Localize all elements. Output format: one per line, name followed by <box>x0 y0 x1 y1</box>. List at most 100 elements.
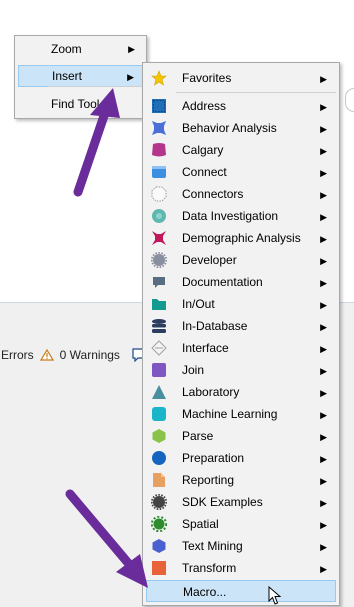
menu-item-label: Developer <box>182 253 237 267</box>
menu-item-label: Macro... <box>183 585 227 599</box>
errors-label: Errors <box>1 348 34 362</box>
menu-item-label: Documentation <box>182 275 263 289</box>
warning-icon <box>39 349 54 361</box>
menu-item-label: Address <box>182 99 227 113</box>
chevron-right-icon: ▶ <box>320 146 327 156</box>
menu-item-label: Transform <box>182 561 237 575</box>
chevron-right-icon: ▶ <box>320 498 327 508</box>
menu-item-label: Reporting <box>182 473 235 487</box>
menu-item-label: Join <box>182 363 205 377</box>
join-icon <box>152 363 166 377</box>
menu-item-join[interactable]: Join ▶ <box>146 359 336 381</box>
menu-item-parse[interactable]: Parse ▶ <box>146 425 336 447</box>
menu-item-label: Parse <box>182 429 214 443</box>
menu-item-label: Data Investigation <box>182 209 279 223</box>
developer-icon <box>151 252 167 268</box>
chevron-right-icon: ▶ <box>320 74 327 84</box>
documentation-icon <box>153 277 165 288</box>
in-database-icon <box>152 319 166 333</box>
chevron-right-icon: ▶ <box>320 454 327 464</box>
menu-item-label: In/Out <box>182 297 215 311</box>
menu-item-label: Spatial <box>182 517 219 531</box>
menu-item-favorites[interactable]: Favorites ▶ <box>146 67 336 89</box>
menu-item-label: Behavior Analysis <box>182 121 277 135</box>
menu-item-label: Connectors <box>182 187 244 201</box>
menu-item-label: Machine Learning <box>182 407 278 421</box>
menu-item-label: Demographic Analysis <box>182 231 301 245</box>
chevron-right-icon: ▶ <box>320 344 327 354</box>
chevron-right-icon: ▶ <box>320 278 327 288</box>
calgary-icon <box>152 143 166 157</box>
star-icon <box>151 70 167 86</box>
status-bar: Errors 0 Warnings <box>0 344 150 366</box>
connectors-icon <box>151 186 167 202</box>
menu-item-zoom[interactable]: Zoom ▶ <box>18 38 143 60</box>
chevron-right-icon: ▶ <box>320 564 327 574</box>
menu-item-in-out[interactable]: In/Out ▶ <box>146 293 336 315</box>
chevron-right-icon: ▶ <box>320 102 327 112</box>
machine-learning-icon <box>152 407 166 421</box>
menu-item-find-tool[interactable]: Find Tool... <box>18 93 143 115</box>
spatial-icon <box>151 516 167 532</box>
connect-icon <box>152 166 166 178</box>
menu-item-label: Zoom <box>51 42 82 56</box>
menu-item-machine-learning[interactable]: Machine Learning ▶ <box>146 403 336 425</box>
menu-item-label: Text Mining <box>182 539 243 553</box>
menu-item-developer[interactable]: Developer ▶ <box>146 249 336 271</box>
menu-item-sdk-examples[interactable]: SDK Examples ▶ <box>146 491 336 513</box>
chevron-right-icon: ▶ <box>320 476 327 486</box>
menu-item-preparation[interactable]: Preparation ▶ <box>146 447 336 469</box>
menu-separator <box>48 86 143 87</box>
chevron-right-icon: ▶ <box>320 212 327 222</box>
demographic-analysis-icon <box>152 231 166 245</box>
menu-item-address[interactable]: Address ▶ <box>146 95 336 117</box>
data-investigation-icon <box>152 209 166 223</box>
menu-separator <box>176 92 336 93</box>
menu-item-label: SDK Examples <box>182 495 263 509</box>
preparation-icon <box>152 451 166 465</box>
transform-icon <box>152 561 166 575</box>
menu-item-demographic-analysis[interactable]: Demographic Analysis ▶ <box>146 227 336 249</box>
menu-item-calgary[interactable]: Calgary ▶ <box>146 139 336 161</box>
menu-item-behavior-analysis[interactable]: Behavior Analysis ▶ <box>146 117 336 139</box>
chevron-right-icon: ▶ <box>127 72 134 82</box>
menu-item-label: In-Database <box>182 319 248 333</box>
menu-item-documentation[interactable]: Documentation ▶ <box>146 271 336 293</box>
reporting-icon <box>153 473 165 487</box>
context-menu: Zoom ▶ Insert ▶ Find Tool... <box>14 35 147 119</box>
menu-item-spatial[interactable]: Spatial ▶ <box>146 513 336 535</box>
menu-item-reporting[interactable]: Reporting ▶ <box>146 469 336 491</box>
menu-item-text-mining[interactable]: Text Mining ▶ <box>146 535 336 557</box>
menu-item-label: Insert <box>52 69 83 83</box>
menu-item-label: Find Tool... <box>51 97 110 111</box>
chevron-right-icon: ▶ <box>320 234 327 244</box>
menu-item-connect[interactable]: Connect ▶ <box>146 161 336 183</box>
chevron-right-icon: ▶ <box>320 190 327 200</box>
address-icon <box>152 99 166 113</box>
menu-item-laboratory[interactable]: Laboratory ▶ <box>146 381 336 403</box>
chevron-right-icon: ▶ <box>320 168 327 178</box>
insert-submenu: Favorites ▶ Address ▶ Behavior Analysis … <box>142 62 340 606</box>
menu-item-label: Favorites <box>182 71 232 85</box>
laboratory-icon <box>152 385 166 399</box>
parse-icon <box>152 429 166 443</box>
warnings-label: 0 Warnings <box>59 348 120 362</box>
chevron-right-icon: ▶ <box>320 256 327 266</box>
menu-item-transform[interactable]: Transform ▶ <box>146 557 336 579</box>
chevron-right-icon: ▶ <box>320 388 327 398</box>
menu-item-label: Connect <box>182 165 227 179</box>
menu-item-insert[interactable]: Insert ▶ <box>18 65 143 87</box>
chevron-right-icon: ▶ <box>320 432 327 442</box>
menu-item-label: Interface <box>182 341 229 355</box>
menu-item-connectors[interactable]: Connectors ▶ <box>146 183 336 205</box>
menu-item-in-database[interactable]: In-Database ▶ <box>146 315 336 337</box>
menu-item-macro[interactable]: Macro... <box>146 580 336 602</box>
chevron-right-icon: ▶ <box>320 124 327 134</box>
menu-item-data-investigation[interactable]: Data Investigation ▶ <box>146 205 336 227</box>
interface-icon <box>151 340 167 356</box>
sdk-examples-icon <box>151 494 167 510</box>
in-out-icon <box>152 299 166 310</box>
menu-item-interface[interactable]: Interface ▶ <box>146 337 336 359</box>
menu-item-label: Calgary <box>182 143 224 157</box>
chevron-right-icon: ▶ <box>320 322 327 332</box>
